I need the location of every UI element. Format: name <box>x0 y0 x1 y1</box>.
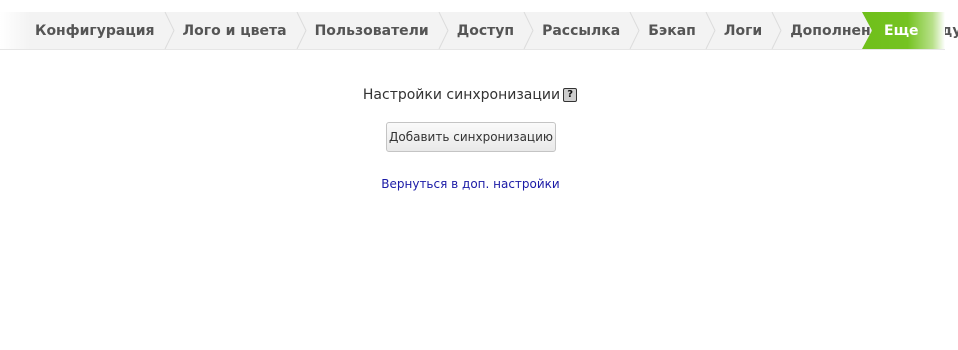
tab-access-label: Доступ <box>456 22 515 39</box>
settings-navigation-bar: Конфигурация Лого и цвета Пользователи Д… <box>0 12 958 50</box>
tab-access[interactable]: Доступ <box>449 12 522 49</box>
tab-configuration[interactable]: Конфигурация <box>23 12 163 49</box>
back-to-settings-link[interactable]: Вернуться в доп. настройки <box>0 177 941 191</box>
tab-separator <box>295 12 307 49</box>
add-sync-button[interactable]: Добавить синхронизацию <box>386 122 556 152</box>
tab-separator <box>704 12 716 49</box>
tab-more-active[interactable]: Еще <box>862 12 945 49</box>
tab-separator <box>770 12 782 49</box>
tab-mailing[interactable]: Рассылка <box>534 12 628 49</box>
page-title-text: Настройки синхронизации <box>362 87 561 103</box>
tab-separator <box>437 12 449 49</box>
tab-separator <box>628 12 640 49</box>
tab-backup-label: Бэкап <box>648 22 696 39</box>
tab-configuration-label: Конфигурация <box>35 22 155 39</box>
tab-mailing-label: Рассылка <box>542 22 621 39</box>
tab-separator <box>522 12 534 49</box>
help-icon[interactable]: ? <box>563 88 578 102</box>
tab-separator <box>163 12 175 49</box>
tab-backup[interactable]: Бэкап <box>640 12 704 49</box>
page-title: Настройки синхронизации ? <box>362 87 578 103</box>
main-content: Настройки синхронизации ? Добавить синхр… <box>0 84 945 191</box>
tab-logo-colors-label: Лого и цвета <box>182 22 287 39</box>
settings-tabs: Конфигурация Лого и цвета Пользователи Д… <box>23 12 958 49</box>
tab-more-label: Еще <box>884 22 919 39</box>
tab-logs[interactable]: Логи <box>716 12 770 49</box>
tab-logs-label: Логи <box>723 22 763 39</box>
tab-users[interactable]: Пользователи <box>307 12 437 49</box>
tab-logo-colors[interactable]: Лого и цвета <box>175 12 295 49</box>
tab-users-label: Пользователи <box>314 22 429 39</box>
